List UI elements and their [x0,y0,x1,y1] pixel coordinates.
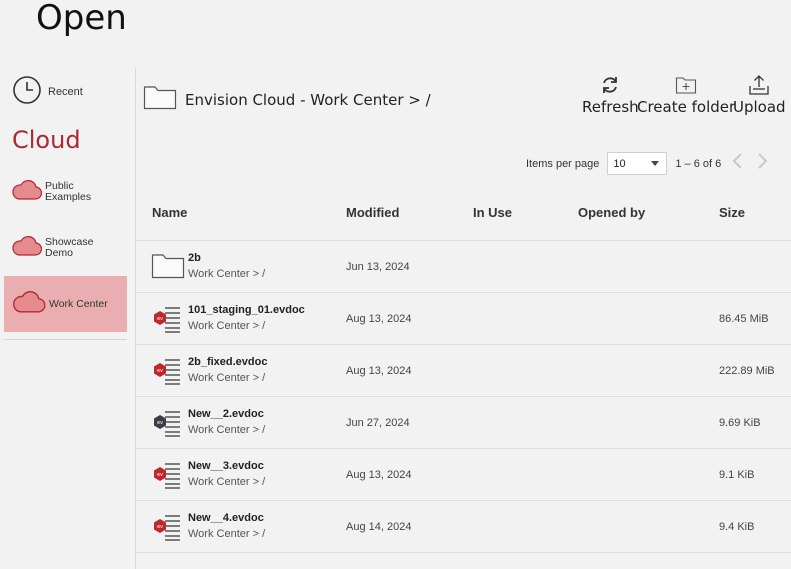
refresh-label: Refresh [582,98,639,116]
modified-date: Aug 13, 2024 [346,365,412,377]
file-size: 9.69 KiB [719,417,761,429]
svg-text:ev: ev [157,524,163,530]
sidebar-item-recent[interactable]: Recent [12,75,127,110]
items-per-page-label: Items per page [526,157,600,170]
breadcrumb-path[interactable]: Envision Cloud - Work Center > / [185,91,431,109]
create-folder-button[interactable]: Create folder [637,74,735,116]
modified-date: Aug 14, 2024 [346,521,412,533]
file-name: New__3.evdoc [188,460,264,472]
evdoc-red-icon: ev [151,303,183,340]
file-name: 2b [188,252,201,264]
svg-text:ev: ev [157,420,163,426]
file-path: Work Center > / [188,528,266,540]
file-size: 222.89 MiB [719,365,775,377]
clock-icon [12,75,42,110]
modified-date: Aug 13, 2024 [346,469,412,481]
file-name: 101_staging_01.evdoc [188,304,305,316]
table-row[interactable]: ev New__3.evdoc Work Center > / Aug 13, … [136,449,791,501]
chevron-left-icon [732,153,742,169]
sidebar-item-public-examples[interactable]: Public Examples [4,164,127,220]
sidebar-item-label: Demo [45,247,74,259]
table-header: Name Modified In Use Opened by Size [136,195,791,241]
sidebar-item-label: Work Center [49,297,108,310]
sidebar-divider [4,339,127,340]
upload-button[interactable]: Upload [733,74,786,116]
file-size: 9.1 KiB [719,469,755,481]
modified-date: Aug 13, 2024 [346,313,412,325]
next-page-button[interactable] [755,152,769,175]
column-header-modified[interactable]: Modified [346,205,399,220]
folder-icon [143,84,177,115]
file-size: 9.4 KiB [719,521,755,533]
page-size-value: 10 [613,157,626,170]
cloud-icon [12,290,46,319]
table-row[interactable]: 2b Work Center > / Jun 13, 2024 [136,241,791,293]
column-header-name[interactable]: Name [152,205,187,220]
create-folder-label: Create folder [637,98,736,116]
page-size-select[interactable]: 10 [607,152,668,175]
table-row[interactable]: ev New__2.evdoc Work Center > / Jun 27, … [136,397,791,449]
chevron-down-icon [651,161,660,166]
file-path: Work Center > / [188,424,266,436]
sidebar-item-label: Recent [48,86,83,98]
sidebar: Recent Cloud Public Examples Showcase Demo… [0,68,136,569]
evdoc-red-icon: ev [151,511,183,548]
page-title: Open [36,0,127,38]
table-row[interactable]: ev 2b_fixed.evdoc Work Center > / Aug 13… [136,345,791,397]
file-name: New__2.evdoc [188,408,264,420]
modified-date: Jun 27, 2024 [346,417,410,429]
folder-plus-icon [637,74,735,96]
svg-text:ev: ev [157,316,163,322]
modified-date: Jun 13, 2024 [346,261,410,273]
column-header-in-use[interactable]: In Use [473,205,512,220]
file-path: Work Center > / [188,476,266,488]
breadcrumb: Envision Cloud - Work Center > / [143,84,431,115]
column-header-opened-by[interactable]: Opened by [578,205,645,220]
folder-icon [151,251,185,284]
svg-text:ev: ev [157,472,163,478]
file-size: 86.45 MiB [719,313,769,325]
cloud-icon [12,235,43,262]
previous-page-button[interactable] [731,152,745,175]
evdoc-red-icon: ev [151,459,183,496]
table-row[interactable]: ev 101_staging_01.evdoc Work Center > / … [136,293,791,345]
sidebar-item-showcase-demo[interactable]: Showcase Demo [4,220,127,276]
refresh-icon [582,74,639,96]
paginator: Items per page 10 1 – 6 of 6 [526,152,769,175]
file-path: Work Center > / [188,372,266,384]
upload-label: Upload [733,98,786,116]
file-name: New__4.evdoc [188,512,264,524]
svg-text:ev: ev [157,368,163,374]
table-row[interactable]: ev New__4.evdoc Work Center > / Aug 14, … [136,501,791,553]
refresh-button[interactable]: Refresh [582,74,639,116]
cloud-heading: Cloud [12,126,81,154]
column-header-size[interactable]: Size [719,205,745,220]
sidebar-item-label: Examples [45,191,92,203]
evdoc-dark-icon: ev [151,407,183,444]
cloud-icon [12,179,43,206]
evdoc-red-icon: ev [151,355,183,392]
page-range-label: 1 – 6 of 6 [675,157,722,170]
file-name: 2b_fixed.evdoc [188,356,268,368]
upload-icon [733,74,786,96]
file-path: Work Center > / [188,320,266,332]
file-path: Work Center > / [188,268,266,280]
chevron-right-icon [758,153,768,169]
sidebar-item-work-center[interactable]: Work Center [4,276,127,332]
